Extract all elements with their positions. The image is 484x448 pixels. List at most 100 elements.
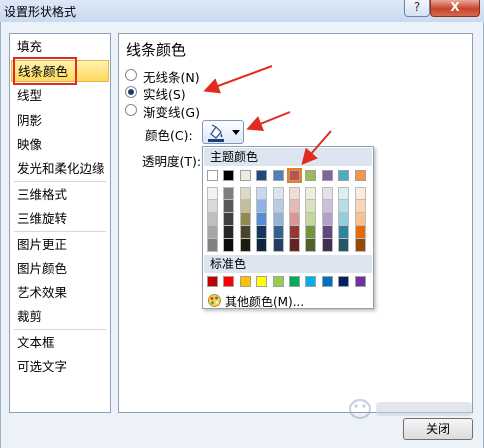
radio-label: 实线(S) — [143, 87, 186, 102]
shade-color-swatch[interactable] — [223, 213, 235, 226]
shade-color-swatch[interactable] — [223, 187, 235, 200]
shade-color-swatch[interactable] — [289, 200, 300, 213]
radio-label: 渐变线(G) — [143, 105, 200, 120]
radio-button[interactable] — [125, 104, 137, 116]
theme-color-swatch[interactable] — [272, 170, 284, 181]
theme-color-swatch[interactable] — [223, 170, 235, 181]
shade-color-swatch[interactable] — [289, 239, 300, 252]
sidebar-item[interactable]: 文本框 — [11, 332, 109, 354]
shade-color-swatch[interactable] — [354, 213, 366, 226]
standard-color-swatch[interactable] — [207, 276, 218, 287]
theme-color-swatch[interactable] — [354, 170, 366, 181]
sidebar-divider — [14, 329, 106, 330]
transparency-label: 透明度(T): — [142, 154, 202, 169]
shade-color-swatch[interactable] — [354, 239, 366, 252]
shade-color-swatch[interactable] — [207, 200, 218, 213]
sidebar-item[interactable]: 可选文字 — [11, 356, 109, 378]
shade-color-swatch[interactable] — [321, 187, 333, 200]
shade-color-swatch[interactable] — [289, 226, 300, 239]
shade-color-swatch[interactable] — [305, 226, 317, 239]
shade-color-swatch[interactable] — [354, 200, 366, 213]
color-picker-button[interactable] — [202, 120, 244, 144]
more-colors-option[interactable]: 其他颜色(M)... — [205, 293, 371, 309]
shade-color-swatch[interactable] — [305, 200, 317, 213]
sidebar-item[interactable]: 线型 — [11, 85, 109, 107]
standard-color-swatch[interactable] — [354, 276, 366, 287]
sidebar-item[interactable]: 映像 — [11, 134, 109, 156]
sidebar-item[interactable]: 三维旋转 — [11, 208, 109, 230]
shade-color-swatch[interactable] — [305, 187, 317, 200]
shade-color-swatch[interactable] — [239, 213, 251, 226]
shade-color-swatch[interactable] — [223, 239, 235, 252]
shade-color-swatch[interactable] — [256, 187, 268, 200]
shade-color-swatch[interactable] — [321, 239, 333, 252]
standard-color-swatch[interactable] — [223, 276, 235, 287]
shade-color-swatch[interactable] — [321, 213, 333, 226]
shade-color-swatch[interactable] — [239, 187, 251, 200]
sidebar-item[interactable]: 艺术效果 — [11, 282, 109, 304]
shade-color-swatch[interactable] — [338, 213, 350, 226]
standard-color-swatch[interactable] — [338, 276, 350, 287]
dropdown-arrow-icon — [232, 130, 240, 135]
radio-button-checked[interactable] — [125, 86, 137, 98]
window-title: 设置形状格式 — [4, 5, 77, 19]
shade-color-swatch[interactable] — [207, 239, 218, 252]
shade-color-swatch[interactable] — [321, 200, 333, 213]
shade-color-swatch[interactable] — [239, 200, 251, 213]
annotation-highlight-box — [13, 57, 77, 85]
shade-color-swatch[interactable] — [321, 226, 333, 239]
shade-color-swatch[interactable] — [272, 213, 284, 226]
sidebar-item[interactable]: 填充 — [11, 36, 109, 58]
theme-color-swatch[interactable] — [338, 170, 350, 181]
title-bar: 设置形状格式 ? X — [0, 0, 484, 22]
shade-color-swatch[interactable] — [338, 239, 350, 252]
standard-color-swatch[interactable] — [256, 276, 268, 287]
shade-color-swatch[interactable] — [305, 239, 317, 252]
theme-color-swatch[interactable] — [256, 170, 268, 181]
theme-color-swatch[interactable] — [321, 170, 333, 181]
standard-color-swatch[interactable] — [305, 276, 317, 287]
sidebar-item[interactable]: 发光和柔化边缘 — [11, 158, 109, 180]
shade-color-swatch[interactable] — [207, 226, 218, 239]
shade-color-swatch[interactable] — [256, 213, 268, 226]
shade-color-swatch[interactable] — [354, 226, 366, 239]
shade-color-swatch[interactable] — [272, 200, 284, 213]
sidebar-item[interactable]: 图片更正 — [11, 234, 109, 256]
theme-color-swatch[interactable] — [287, 168, 302, 183]
shade-color-swatch[interactable] — [207, 213, 218, 226]
shade-color-swatch[interactable] — [338, 226, 350, 239]
shade-color-swatch[interactable] — [354, 187, 366, 200]
shade-color-swatch[interactable] — [289, 213, 300, 226]
shade-color-swatch[interactable] — [239, 239, 251, 252]
paint-bucket-icon — [208, 124, 224, 142]
theme-color-swatch[interactable] — [207, 170, 218, 181]
theme-color-swatch[interactable] — [305, 170, 317, 181]
window-close-button[interactable]: X — [430, 0, 480, 17]
shade-color-swatch[interactable] — [305, 213, 317, 226]
standard-color-swatch[interactable] — [239, 276, 251, 287]
standard-color-swatch[interactable] — [289, 276, 300, 287]
shade-color-swatch[interactable] — [207, 187, 218, 200]
sidebar-item[interactable]: 裁剪 — [11, 306, 109, 328]
shade-color-swatch[interactable] — [338, 200, 350, 213]
sidebar-item[interactable]: 阴影 — [11, 110, 109, 132]
shade-color-swatch[interactable] — [272, 187, 284, 200]
shade-color-swatch[interactable] — [272, 239, 284, 252]
shade-color-swatch[interactable] — [223, 200, 235, 213]
shade-color-swatch[interactable] — [256, 226, 268, 239]
sidebar-divider — [14, 231, 106, 232]
shade-color-swatch[interactable] — [338, 187, 350, 200]
shade-color-swatch[interactable] — [289, 187, 300, 200]
radio-button[interactable] — [125, 69, 137, 81]
standard-color-swatch[interactable] — [321, 276, 333, 287]
shade-color-swatch[interactable] — [256, 200, 268, 213]
sidebar-item[interactable]: 三维格式 — [11, 184, 109, 206]
standard-color-swatch[interactable] — [272, 276, 284, 287]
sidebar-item[interactable]: 图片颜色 — [11, 258, 109, 280]
shade-color-swatch[interactable] — [256, 239, 268, 252]
theme-color-swatch[interactable] — [239, 170, 251, 181]
help-button[interactable]: ? — [404, 0, 430, 17]
shade-color-swatch[interactable] — [223, 226, 235, 239]
shade-color-swatch[interactable] — [272, 226, 284, 239]
shade-color-swatch[interactable] — [239, 226, 251, 239]
